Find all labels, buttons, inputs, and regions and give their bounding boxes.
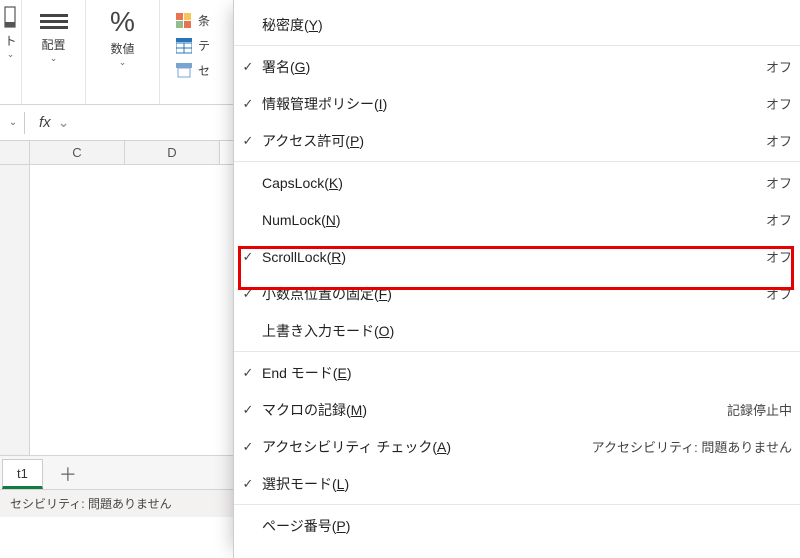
- ribbon-group-alignment: 配置 ⌄: [22, 0, 86, 104]
- menu-item-label: ScrollLock(R): [262, 249, 766, 265]
- menu-item-label: 情報管理ポリシー(I): [262, 94, 766, 114]
- check-icon: ✓: [240, 286, 256, 302]
- menu-item[interactable]: 上書き入力モード(O): [234, 312, 800, 349]
- alignment-button[interactable]: 配置 ⌄: [37, 6, 71, 64]
- menu-item[interactable]: CapsLock(K)オフ: [234, 164, 800, 201]
- menu-separator: [234, 351, 800, 352]
- conditional-formatting-label: 条: [198, 12, 210, 29]
- check-icon: ✓: [240, 59, 256, 75]
- menu-item-status: オフ: [766, 173, 792, 192]
- menu-item-status: アクセシビリティ: 問題ありません: [592, 437, 792, 456]
- percent-icon: %: [110, 8, 135, 36]
- format-table-button[interactable]: テ: [176, 37, 210, 54]
- menu-item-status: オフ: [766, 57, 792, 76]
- menu-separator: [234, 45, 800, 46]
- ribbon-group-orientation: ト ⌄: [0, 0, 22, 104]
- conditional-formatting-icon: [176, 13, 192, 29]
- orientation-button[interactable]: ト ⌄: [4, 6, 16, 60]
- menu-item-label: アクセシビリティ チェック(A): [262, 437, 592, 457]
- check-icon: ✓: [240, 96, 256, 112]
- alignment-label: 配置: [41, 36, 65, 53]
- formula-dropdown[interactable]: ⌄: [55, 114, 73, 131]
- menu-item-label: ページ番号(P): [262, 516, 792, 536]
- menu-item-label: アクセス許可(P): [262, 131, 766, 151]
- row-headers[interactable]: [0, 165, 30, 455]
- menu-item-label: 上書き入力モード(O): [262, 321, 792, 341]
- menu-item[interactable]: ページ番号(P): [234, 507, 800, 544]
- orientation-label: ト: [4, 32, 16, 49]
- menu-item-status: オフ: [766, 284, 792, 303]
- sheet-tab-1[interactable]: t1: [2, 459, 43, 489]
- number-label: 数値: [110, 40, 134, 57]
- column-header-d[interactable]: D: [125, 141, 220, 164]
- check-icon: ✓: [240, 402, 256, 418]
- status-bar-customize-menu: 秘密度(Y)✓署名(G)オフ✓情報管理ポリシー(I)オフ✓アクセス許可(P)オフ…: [233, 0, 800, 558]
- namebox-dropdown[interactable]: ⌄: [6, 117, 20, 128]
- ribbon-group-styles: 条 テ セ: [160, 0, 226, 104]
- menu-item[interactable]: ✓ End モード(E): [234, 354, 800, 391]
- caret-down-icon: ⌄: [50, 53, 58, 64]
- menu-item-status: オフ: [766, 131, 792, 150]
- menu-item-label: End モード(E): [262, 363, 792, 383]
- menu-item[interactable]: ✓ マクロの記録(M)記録停止中: [234, 391, 800, 428]
- align-icon: [37, 10, 71, 32]
- menu-separator: [234, 161, 800, 162]
- conditional-formatting-button[interactable]: 条: [176, 12, 210, 29]
- menu-item[interactable]: ✓ ScrollLock(R)オフ: [234, 238, 800, 275]
- format-table-label: テ: [198, 37, 210, 54]
- menu-item-label: 秘密度(Y): [262, 15, 792, 35]
- menu-item-status: オフ: [766, 94, 792, 113]
- menu-separator: [234, 504, 800, 505]
- caret-down-icon: ⌄: [119, 57, 127, 68]
- format-table-icon: [176, 38, 192, 54]
- menu-item-label: NumLock(N): [262, 212, 766, 228]
- select-all-corner[interactable]: [0, 141, 30, 164]
- menu-item[interactable]: 秘密度(Y): [234, 6, 800, 43]
- add-sheet-button[interactable]: ＋: [43, 459, 93, 489]
- menu-item[interactable]: ✓ 選択モード(L): [234, 465, 800, 502]
- menu-item-status: オフ: [766, 247, 792, 266]
- menu-item[interactable]: ✓ 情報管理ポリシー(I)オフ: [234, 85, 800, 122]
- check-icon: ✓: [240, 365, 256, 381]
- status-accessibility-text: セシビリティ: 問題ありません: [10, 495, 172, 512]
- menu-item-label: 選択モード(L): [262, 474, 792, 494]
- check-icon: ✓: [240, 249, 256, 265]
- number-format-button[interactable]: % 数値 ⌄: [110, 6, 135, 68]
- menu-item[interactable]: NumLock(N)オフ: [234, 201, 800, 238]
- menu-item-label: CapsLock(K): [262, 175, 766, 191]
- cell-styles-icon: [176, 63, 192, 79]
- ribbon-group-number: % 数値 ⌄: [86, 0, 160, 104]
- menu-item-status: オフ: [766, 210, 792, 229]
- menu-item[interactable]: ✓ アクセシビリティ チェック(A)アクセシビリティ: 問題ありません: [234, 428, 800, 465]
- cell-styles-label: セ: [198, 62, 210, 79]
- check-icon: ✓: [240, 439, 256, 455]
- menu-item-label: 小数点位置の固定(F): [262, 284, 766, 304]
- check-icon: ✓: [240, 476, 256, 492]
- menu-item[interactable]: ✓ アクセス許可(P)オフ: [234, 122, 800, 159]
- menu-item-status: 記録停止中: [727, 400, 792, 419]
- column-header-c[interactable]: C: [30, 141, 125, 164]
- menu-item-label: 署名(G): [262, 57, 766, 77]
- check-icon: ✓: [240, 133, 256, 149]
- menu-item[interactable]: ✓ 小数点位置の固定(F)オフ: [234, 275, 800, 312]
- menu-item[interactable]: ✓ 署名(G)オフ: [234, 48, 800, 85]
- fx-label: fx: [39, 114, 51, 131]
- caret-down-icon: ⌄: [7, 49, 15, 60]
- cell-styles-button[interactable]: セ: [176, 62, 210, 79]
- menu-item-label: マクロの記録(M): [262, 400, 727, 420]
